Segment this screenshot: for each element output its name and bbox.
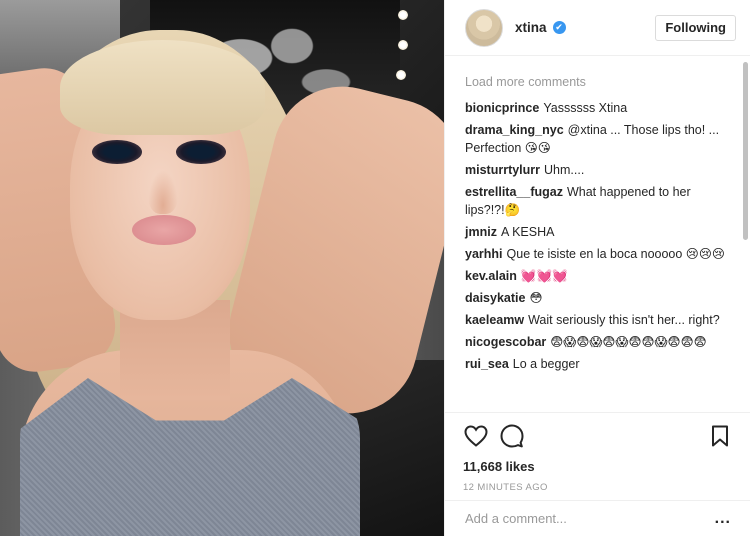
comment-text: 😨😱😨😱😨😱😨😨😱😨😨😨 [550, 335, 707, 349]
comment-username[interactable]: misturrtylurr [465, 163, 540, 177]
comment-text: Yassssss Xtina [543, 101, 628, 115]
bookmark-icon[interactable] [707, 423, 733, 449]
vanity-bulb [396, 70, 406, 80]
load-more-comments-link[interactable]: Load more comments [465, 75, 731, 89]
vanity-bulb [398, 10, 408, 20]
comment-username[interactable]: nicogescobar [465, 335, 546, 349]
comment-text: Lo a begger [512, 357, 580, 371]
post-timestamp[interactable]: 12 MINUTES AGO [463, 482, 733, 493]
comment-username[interactable]: rui_sea [465, 357, 509, 371]
comment-username[interactable]: estrellita__fugaz [465, 185, 563, 199]
post-photo[interactable] [0, 0, 444, 536]
comment-username[interactable]: drama_king_nyc [465, 123, 564, 137]
more-options-icon[interactable]: ... [715, 510, 731, 528]
comments-list[interactable]: Load more comments bionicprince Yassssss … [445, 57, 750, 412]
action-icons [463, 423, 733, 449]
post-header: xtina ✔ Following [445, 0, 750, 56]
comment-item: misturrtylurr Uhm.... [465, 161, 731, 179]
photo-bangs [60, 40, 265, 135]
comment-item: drama_king_nyc @xtina ... Those lips tho!… [465, 121, 731, 157]
comment-icon[interactable] [499, 423, 525, 449]
post-actions: 11,668 likes 12 MINUTES AGO [445, 412, 750, 493]
comment-item: kaeleamw Wait seriously this isn't her...… [465, 311, 731, 329]
photo-lips [132, 215, 196, 245]
comment-item: nicogescobar 😨😱😨😱😨😱😨😨😱😨😨😨 [465, 333, 731, 351]
comment-username[interactable]: kaeleamw [465, 313, 524, 327]
add-comment-bar: ... [445, 500, 750, 536]
comment-item: bionicprince Yassssss Xtina [465, 99, 731, 117]
comment-item: kev.alain 💓💓💓 [465, 267, 731, 285]
comment-item: rui_sea Lo a begger [465, 355, 731, 373]
comment-text: Uhm.... [544, 163, 585, 177]
add-comment-input[interactable] [465, 511, 715, 526]
comment-text: 💓💓💓 [520, 269, 568, 283]
comments-scrollbar[interactable] [743, 62, 748, 240]
following-button[interactable]: Following [655, 14, 736, 41]
comment-username[interactable]: kev.alain [465, 269, 517, 283]
comment-item: jmniz A KESHA [465, 223, 731, 241]
avatar[interactable] [465, 8, 503, 47]
photo-nose [148, 170, 178, 214]
photo-eye-left [92, 140, 142, 164]
comment-item: yarhhi Que te isiste en la boca nooooo 😢😢… [465, 245, 731, 263]
comment-username[interactable]: bionicprince [465, 101, 539, 115]
heart-icon[interactable] [463, 423, 489, 449]
photo-eye-right [176, 140, 226, 164]
comment-item: daisykatie 😳 [465, 289, 731, 307]
verified-icon: ✔ [552, 21, 566, 34]
comment-item: estrellita__fugaz What happened to her li… [465, 183, 731, 219]
comment-text: Wait seriously this isn't her... right? [528, 313, 720, 327]
comment-username[interactable]: yarhhi [465, 247, 503, 261]
comment-text: Que te isiste en la boca nooooo 😢😢😢 [506, 247, 725, 261]
comment-username[interactable]: daisykatie [465, 291, 525, 305]
comment-text: A KESHA [500, 225, 555, 239]
likes-count[interactable]: 11,668 likes [463, 459, 733, 474]
vanity-bulb [398, 40, 408, 50]
comment-text: 😳 [529, 291, 543, 305]
instagram-post: xtina ✔ Following Load more comments bio… [0, 0, 750, 536]
comment-username[interactable]: jmniz [465, 225, 497, 239]
header-username[interactable]: xtina [515, 20, 547, 35]
post-side-panel: xtina ✔ Following Load more comments bio… [444, 0, 750, 536]
